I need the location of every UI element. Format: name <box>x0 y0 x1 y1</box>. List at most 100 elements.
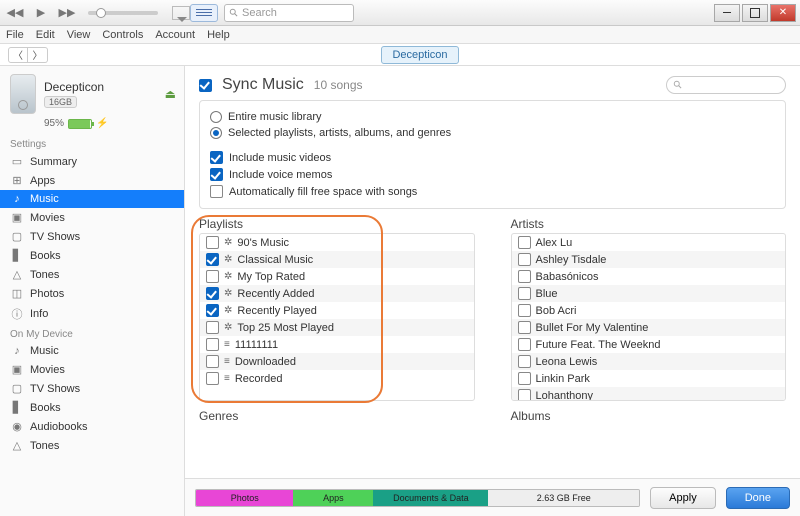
chk-voice-memos[interactable] <box>210 168 223 181</box>
sidebar-item-tones[interactable]: △ Tones <box>0 436 184 455</box>
eject-icon[interactable]: ⏏ <box>165 87 176 101</box>
playlist-row[interactable]: ✲My Top Rated <box>200 268 474 285</box>
artist-row[interactable]: Linkin Park <box>512 370 786 387</box>
playlist-row[interactable]: ✲Recently Added <box>200 285 474 302</box>
playlist-row[interactable]: ✲Classical Music <box>200 251 474 268</box>
sidebar-item-label: Tones <box>30 440 59 452</box>
artist-checkbox[interactable] <box>518 270 531 283</box>
sidebar-item-tv-shows[interactable]: ▢TV Shows <box>0 227 184 246</box>
sidebar-item-info[interactable]: ⓘInfo <box>0 303 184 325</box>
artist-row[interactable]: Lohanthony <box>512 387 786 401</box>
sync-music-checkbox[interactable] <box>199 79 212 92</box>
playlist-checkbox[interactable] <box>206 253 219 266</box>
artist-row[interactable]: Bob Acri <box>512 302 786 319</box>
sidebar-item-photos[interactable]: ◫Photos <box>0 284 184 303</box>
chk-auto-fill[interactable] <box>210 185 223 198</box>
artist-name: Future Feat. The Weeknd <box>536 339 661 351</box>
sidebar-item-label: Music <box>30 193 59 205</box>
prev-button[interactable]: ◀◀ <box>4 4 26 22</box>
sidebar-item-music[interactable]: ♪Music <box>0 190 184 208</box>
chk-music-videos[interactable] <box>210 151 223 164</box>
playlist-checkbox[interactable] <box>206 236 219 249</box>
artist-row[interactable]: Babasónicos <box>512 268 786 285</box>
smart-playlist-icon: ✲ <box>224 288 232 299</box>
menu-view[interactable]: View <box>67 29 91 41</box>
sidebar-item-movies[interactable]: ▣Movies <box>0 208 184 227</box>
playlist-checkbox[interactable] <box>206 321 219 334</box>
filter-input[interactable] <box>666 76 786 94</box>
artist-checkbox[interactable] <box>518 372 531 385</box>
maximize-button[interactable] <box>742 4 768 22</box>
playlist-name: My Top Rated <box>237 271 305 283</box>
plain-playlist-icon: ≡ <box>224 356 230 367</box>
sidebar-item-apps[interactable]: ⊞Apps <box>0 171 184 190</box>
forward-button[interactable]: 〉 <box>28 47 48 63</box>
playlists-list[interactable]: ✲90's Music✲Classical Music✲My Top Rated… <box>199 233 475 401</box>
playlist-checkbox[interactable] <box>206 338 219 351</box>
capacity-seg-photos: Photos <box>196 490 293 506</box>
playlists-header: Playlists <box>199 217 475 231</box>
sidebar-item-music[interactable]: ♪Music <box>0 342 184 360</box>
play-button[interactable]: ▶ <box>30 4 52 22</box>
sidebar-item-tv-shows[interactable]: ▢TV Shows <box>0 379 184 398</box>
artist-checkbox[interactable] <box>518 236 531 249</box>
playlist-checkbox[interactable] <box>206 372 219 385</box>
sidebar-item-audiobooks[interactable]: ◉Audiobooks <box>0 417 184 436</box>
breadcrumb[interactable]: Decepticon <box>381 46 458 64</box>
radio-selected-items[interactable] <box>210 127 222 139</box>
minimize-button[interactable] <box>714 4 740 22</box>
artist-checkbox[interactable] <box>518 321 531 334</box>
playlist-checkbox[interactable] <box>206 355 219 368</box>
device-summary[interactable]: Decepticon 16GB ⏏ <box>0 66 184 118</box>
list-view-button[interactable] <box>190 4 218 22</box>
airplay-icon[interactable] <box>172 6 190 20</box>
artists-header: Artists <box>511 217 787 231</box>
back-button[interactable]: 〈 <box>8 47 28 63</box>
artist-checkbox[interactable] <box>518 304 531 317</box>
menu-account[interactable]: Account <box>155 29 195 41</box>
artist-checkbox[interactable] <box>518 389 531 401</box>
artist-checkbox[interactable] <box>518 253 531 266</box>
artist-row[interactable]: Alex Lu <box>512 234 786 251</box>
close-button[interactable] <box>770 4 796 22</box>
sidebar-item-books[interactable]: ▋Books <box>0 246 184 265</box>
artist-checkbox[interactable] <box>518 355 531 368</box>
artist-row[interactable]: Bullet For My Valentine <box>512 319 786 336</box>
artist-name: Leona Lewis <box>536 356 598 368</box>
playlist-row[interactable]: ≡Recorded <box>200 370 474 387</box>
sidebar-item-summary[interactable]: ▭Summary <box>0 152 184 171</box>
sidebar-item-tones[interactable]: △Tones <box>0 265 184 284</box>
artist-row[interactable]: Future Feat. The Weeknd <box>512 336 786 353</box>
sidebar-item-books[interactable]: ▋Books <box>0 398 184 417</box>
volume-slider[interactable] <box>88 11 158 15</box>
artist-checkbox[interactable] <box>518 287 531 300</box>
playlist-checkbox[interactable] <box>206 270 219 283</box>
capacity-seg-documents-data: Documents & Data <box>373 490 488 506</box>
playlist-checkbox[interactable] <box>206 287 219 300</box>
apply-button[interactable]: Apply <box>650 487 716 509</box>
playlist-row[interactable]: ≡11111111 <box>200 336 474 353</box>
info-icon: ⓘ <box>10 306 24 322</box>
artist-row[interactable]: Leona Lewis <box>512 353 786 370</box>
next-button[interactable]: ▶▶ <box>56 4 78 22</box>
playlist-row[interactable]: ✲Top 25 Most Played <box>200 319 474 336</box>
menubar: File Edit View Controls Account Help <box>0 26 800 44</box>
menu-file[interactable]: File <box>6 29 24 41</box>
plain-playlist-icon: ≡ <box>224 339 230 350</box>
menu-edit[interactable]: Edit <box>36 29 55 41</box>
tones-icon: △ <box>10 439 24 452</box>
search-input[interactable]: Search <box>224 4 354 22</box>
artists-list[interactable]: Alex LuAshley TisdaleBabasónicosBlueBob … <box>511 233 787 401</box>
done-button[interactable]: Done <box>726 487 790 509</box>
menu-help[interactable]: Help <box>207 29 230 41</box>
menu-controls[interactable]: Controls <box>102 29 143 41</box>
playlist-row[interactable]: ✲90's Music <box>200 234 474 251</box>
sidebar-item-movies[interactable]: ▣Movies <box>0 360 184 379</box>
artist-checkbox[interactable] <box>518 338 531 351</box>
playlist-row[interactable]: ≡Downloaded <box>200 353 474 370</box>
artist-row[interactable]: Ashley Tisdale <box>512 251 786 268</box>
radio-entire-library[interactable] <box>210 111 222 123</box>
playlist-row[interactable]: ✲Recently Played <box>200 302 474 319</box>
artist-row[interactable]: Blue <box>512 285 786 302</box>
playlist-checkbox[interactable] <box>206 304 219 317</box>
